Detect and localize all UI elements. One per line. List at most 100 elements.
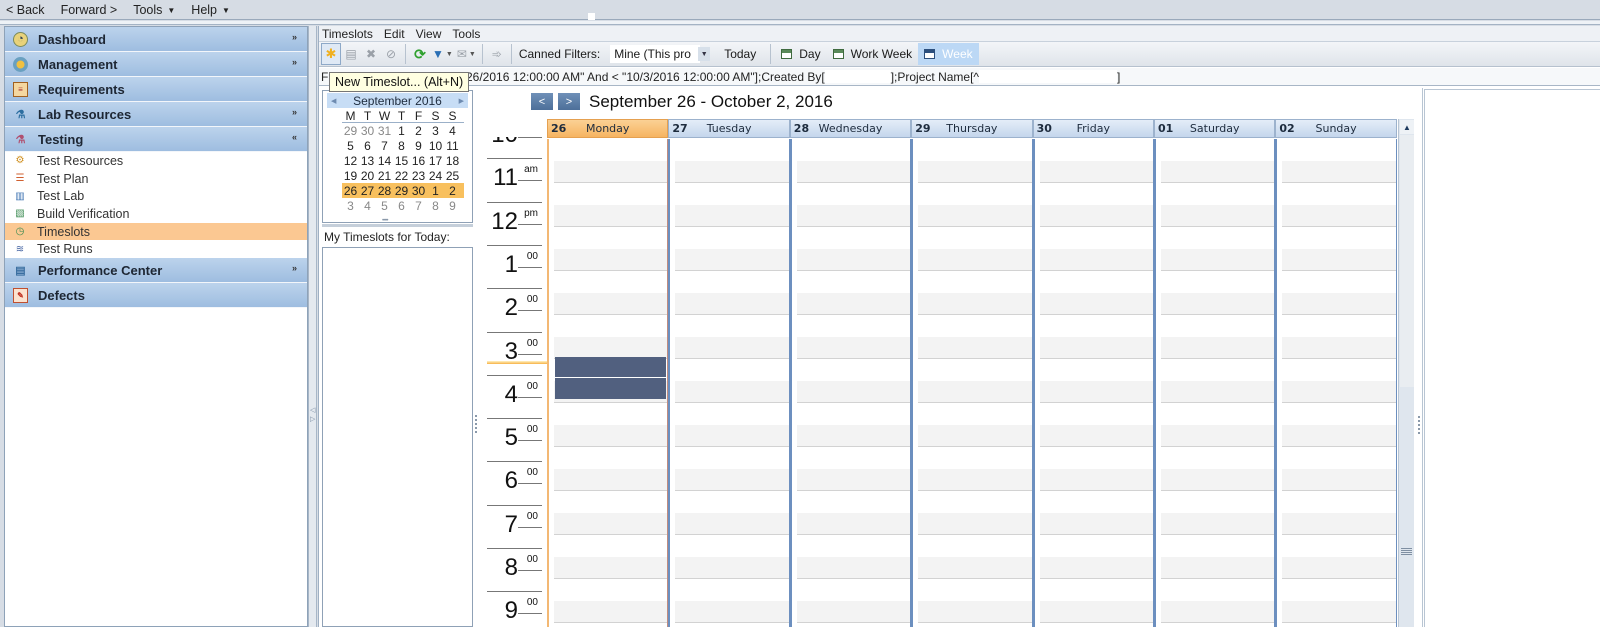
collapse-arrows-icon[interactable]: ◁ ▷ bbox=[310, 406, 315, 424]
mini-calendar-day[interactable]: 10 bbox=[427, 139, 444, 153]
mini-calendar-day[interactable]: 30 bbox=[359, 124, 376, 138]
sidebar-group-lab-resources[interactable]: ⚗ Lab Resources » bbox=[5, 102, 307, 127]
day-column-thursday[interactable] bbox=[911, 139, 1033, 627]
mini-calendar-day[interactable]: 19 bbox=[342, 169, 359, 183]
mini-calendar-day[interactable]: 13 bbox=[359, 154, 376, 168]
mini-calendar-day[interactable]: 3 bbox=[342, 199, 359, 213]
details-splitter[interactable] bbox=[1415, 88, 1423, 627]
mini-calendar-day[interactable]: 27 bbox=[359, 184, 376, 198]
edit-timeslot-button[interactable]: ▤ bbox=[341, 43, 361, 65]
expand-chevron-icon[interactable]: » bbox=[292, 263, 297, 273]
scrollbar-thumb[interactable] bbox=[1400, 135, 1414, 387]
day-header-sunday[interactable]: 02 Sunday bbox=[1275, 119, 1397, 138]
mini-calendar-splitter[interactable] bbox=[322, 218, 473, 227]
mini-calendar-day[interactable]: 21 bbox=[376, 169, 393, 183]
day-column-saturday[interactable] bbox=[1154, 139, 1276, 627]
next-week-button[interactable]: > bbox=[558, 93, 580, 110]
next-month-icon[interactable]: ▶ bbox=[459, 97, 464, 105]
mini-calendar-day[interactable]: 18 bbox=[444, 154, 461, 168]
mini-calendar-day[interactable]: 29 bbox=[342, 124, 359, 138]
mini-calendar-day[interactable]: 6 bbox=[393, 199, 410, 213]
cancel-timeslot-button[interactable]: ⊘ bbox=[381, 43, 401, 65]
week-grid-scrollbar[interactable]: ▲ bbox=[1398, 119, 1414, 627]
day-header-wednesday[interactable]: 28 Wednesday bbox=[789, 119, 912, 138]
mini-calendar-day[interactable]: 30 bbox=[410, 184, 427, 198]
sidebar-group-testing[interactable]: ⚗ Testing « bbox=[5, 127, 307, 152]
sidebar-item-test-runs[interactable]: ≋ Test Runs bbox=[5, 240, 307, 258]
collapse-chevron-icon[interactable]: « bbox=[292, 132, 297, 142]
mini-calendar-day[interactable]: 3 bbox=[427, 124, 444, 138]
forward-button[interactable]: Forward > bbox=[61, 3, 118, 17]
mini-calendar-day[interactable]: 4 bbox=[359, 199, 376, 213]
mini-calendar-day[interactable]: 23 bbox=[410, 169, 427, 183]
menu-timeslots[interactable]: Timeslots bbox=[322, 27, 373, 41]
day-header-thursday[interactable]: 29 Thursday bbox=[911, 119, 1033, 138]
day-header-friday[interactable]: 30 Friday bbox=[1032, 119, 1154, 138]
mini-calendar-day[interactable]: 5 bbox=[342, 139, 359, 153]
menu-edit[interactable]: Edit bbox=[384, 27, 405, 41]
new-timeslot-button[interactable]: ✱ bbox=[321, 43, 341, 65]
sidebar-item-test-lab[interactable]: ▥ Test Lab bbox=[5, 187, 307, 205]
tools-menu[interactable]: Tools ▼ bbox=[133, 3, 175, 17]
mini-calendar-day[interactable]: 17 bbox=[427, 154, 444, 168]
scrollbar-grip-icon[interactable] bbox=[1401, 548, 1412, 555]
day-column-tuesday[interactable] bbox=[668, 139, 790, 627]
mini-calendar-day[interactable]: 29 bbox=[393, 184, 410, 198]
expand-chevron-icon[interactable]: » bbox=[292, 32, 297, 42]
sidebar-splitter[interactable]: ◁ ▷ bbox=[308, 26, 317, 627]
mini-calendar-day[interactable]: 8 bbox=[393, 139, 410, 153]
dropdown-arrow-icon[interactable]: ▼ bbox=[698, 47, 711, 61]
mini-calendar-day[interactable]: 2 bbox=[444, 184, 461, 198]
expand-chevron-icon[interactable]: » bbox=[292, 57, 297, 67]
prev-week-button[interactable]: < bbox=[531, 93, 553, 110]
mini-calendar-day[interactable]: 5 bbox=[376, 199, 393, 213]
send-email-button[interactable]: ✉ ▼ bbox=[455, 43, 478, 65]
refresh-button[interactable]: ⟳ bbox=[410, 43, 430, 65]
sidebar-item-timeslots[interactable]: ◷ Timeslots bbox=[5, 222, 307, 241]
top-splitter-handle[interactable] bbox=[588, 13, 595, 20]
sidebar-group-requirements[interactable]: ≡ Requirements bbox=[5, 77, 307, 102]
sidebar-item-test-plan[interactable]: ☰ Test Plan bbox=[5, 170, 307, 188]
day-column-sunday[interactable] bbox=[1275, 139, 1397, 627]
day-view-button[interactable]: Day bbox=[775, 43, 826, 65]
mini-calendar-day[interactable]: 28 bbox=[376, 184, 393, 198]
mini-calendar-day[interactable]: 11 bbox=[444, 139, 461, 153]
delete-button[interactable]: ✖ bbox=[361, 43, 381, 65]
sidebar-group-dashboard[interactable]: ◔ Dashboard » bbox=[5, 27, 307, 52]
today-button[interactable]: Today bbox=[724, 47, 756, 61]
expand-chevron-icon[interactable]: » bbox=[292, 107, 297, 117]
sidebar-item-build-verification[interactable]: ▧ Build Verification bbox=[5, 205, 307, 223]
calendar-splitter[interactable] bbox=[474, 90, 478, 627]
mini-calendar-day[interactable]: 26 bbox=[342, 184, 359, 198]
mini-calendar-day[interactable]: 7 bbox=[376, 139, 393, 153]
sidebar-group-management[interactable]: Management » bbox=[5, 52, 307, 77]
day-column-wednesday[interactable] bbox=[789, 139, 912, 627]
scroll-up-icon[interactable]: ▲ bbox=[1400, 120, 1414, 134]
mini-calendar-day[interactable]: 24 bbox=[427, 169, 444, 183]
menu-tools[interactable]: Tools bbox=[452, 27, 480, 41]
mini-calendar-day[interactable]: 14 bbox=[376, 154, 393, 168]
go-to-button[interactable]: ➾ bbox=[487, 43, 507, 65]
timeslot-event[interactable] bbox=[555, 378, 667, 399]
mini-calendar-day[interactable]: 9 bbox=[410, 139, 427, 153]
sidebar-item-test-resources[interactable]: ⚙ Test Resources bbox=[5, 152, 307, 170]
mini-calendar-day[interactable]: 22 bbox=[393, 169, 410, 183]
mini-calendar-day[interactable]: 1 bbox=[427, 184, 444, 198]
week-view-button[interactable]: Week bbox=[918, 43, 979, 65]
day-column-friday[interactable] bbox=[1032, 139, 1154, 627]
help-menu[interactable]: Help ▼ bbox=[191, 3, 230, 17]
mini-calendar-day[interactable]: 2 bbox=[410, 124, 427, 138]
menu-view[interactable]: View bbox=[416, 27, 442, 41]
timeslot-event[interactable] bbox=[555, 356, 667, 378]
day-column-monday[interactable] bbox=[547, 139, 669, 627]
sidebar-group-defects[interactable]: ✎ Defects bbox=[5, 283, 307, 309]
filter-button[interactable]: ▼ ▼ bbox=[430, 43, 455, 65]
mini-calendar-day[interactable]: 4 bbox=[444, 124, 461, 138]
mini-calendar-day[interactable]: 9 bbox=[444, 199, 461, 213]
mini-calendar-day[interactable]: 15 bbox=[393, 154, 410, 168]
mini-calendar-day[interactable]: 25 bbox=[444, 169, 461, 183]
mini-calendar-day[interactable]: 16 bbox=[410, 154, 427, 168]
work-week-view-button[interactable]: Work Week bbox=[827, 43, 919, 65]
mini-calendar-day[interactable]: 6 bbox=[359, 139, 376, 153]
sidebar-group-performance-center[interactable]: ▤ Performance Center » bbox=[5, 258, 307, 284]
